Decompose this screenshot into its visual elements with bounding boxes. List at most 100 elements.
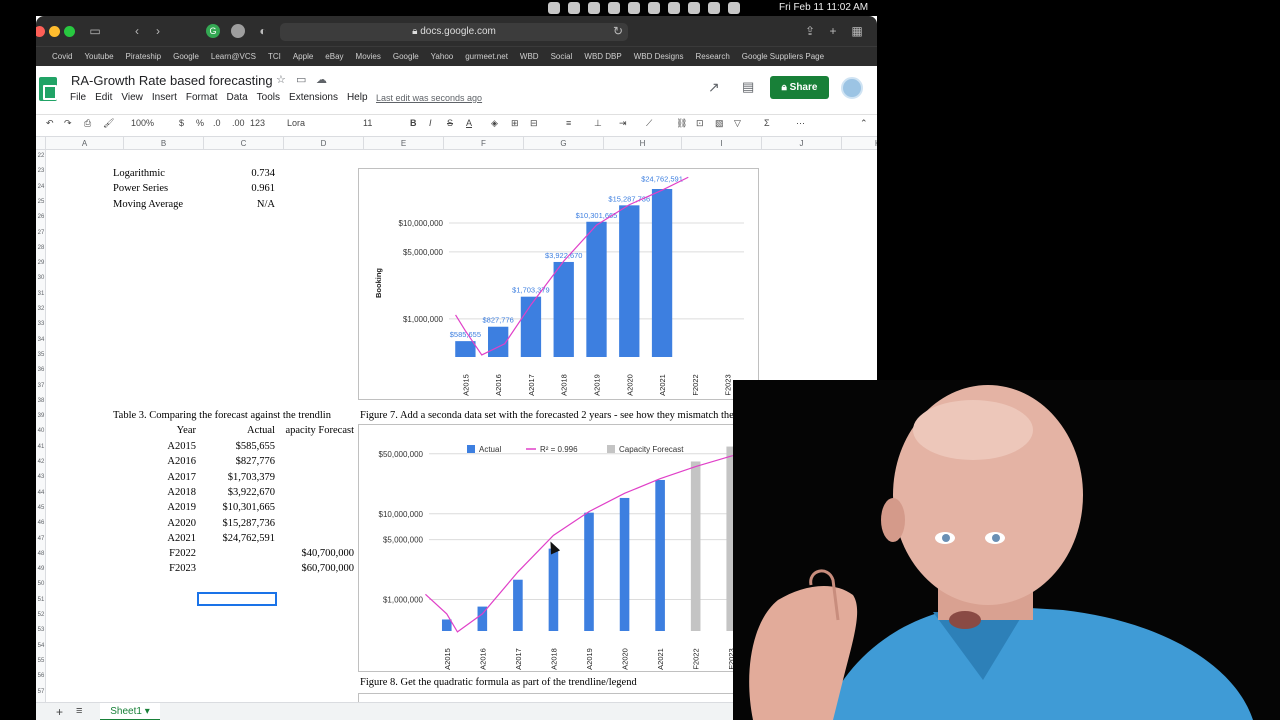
chart-figure6[interactable]: $1,000,000 $5,000,000 $10,000,000 $585,655 $… (358, 168, 759, 400)
table3-actual-cell[interactable]: $827,776 (216, 456, 275, 467)
functions-icon[interactable]: Σ (764, 118, 770, 128)
redo-icon[interactable]: ↷ (64, 118, 72, 129)
currency-format-button[interactable]: $ (179, 118, 184, 128)
row-header[interactable]: 38 (36, 398, 46, 404)
maximize-window-icon[interactable] (64, 26, 75, 37)
status-icon[interactable] (548, 2, 560, 14)
tab-sheet1[interactable]: Sheet1 ▾ (100, 703, 160, 720)
control-center-icon[interactable] (708, 2, 720, 14)
table3-year-cell[interactable]: A2021 (146, 533, 196, 544)
cloud-status-icon[interactable]: ☁ (316, 73, 327, 86)
row-header[interactable]: 51 (36, 597, 46, 603)
avatar[interactable] (841, 77, 863, 99)
add-sheet-icon[interactable]: + (56, 705, 63, 719)
row-header[interactable]: 46 (36, 520, 46, 526)
move-folder-icon[interactable]: ▭ (296, 73, 306, 86)
share-button[interactable]: 🔒︎ Share (770, 76, 829, 99)
menu-data[interactable]: Data (227, 92, 248, 103)
bookmark-item[interactable]: TCI (268, 52, 281, 61)
new-tab-icon[interactable]: + (826, 24, 840, 38)
table3-forecast-cell[interactable]: $40,700,000 (286, 548, 355, 559)
all-sheets-icon[interactable]: ≡ (76, 705, 82, 717)
decrease-decimal-button[interactable]: .0 (213, 118, 221, 128)
row-header[interactable]: 23 (36, 168, 46, 174)
header-forecast[interactable]: apacity Forecast (278, 425, 354, 436)
close-window-icon[interactable] (36, 26, 45, 37)
vertical-align-icon[interactable]: ⊥ (594, 118, 602, 129)
table3-actual-cell[interactable]: $585,655 (216, 441, 275, 452)
print-icon[interactable]: ⎙ (84, 118, 91, 129)
sheets-logo-icon[interactable] (39, 77, 57, 101)
minimize-window-icon[interactable] (49, 26, 60, 37)
sidebar-icon[interactable]: ▭ (88, 24, 102, 38)
status-icon[interactable] (608, 2, 620, 14)
strikethrough-button[interactable]: S (447, 118, 453, 128)
column-header[interactable]: B (124, 137, 204, 150)
table3-year-cell[interactable]: A2015 (146, 441, 196, 452)
table3-actual-cell[interactable]: $3,922,670 (216, 487, 275, 498)
row-header[interactable]: 52 (36, 612, 46, 618)
menu-edit[interactable]: Edit (95, 92, 112, 103)
text-color-button[interactable]: A (466, 118, 472, 128)
bold-button[interactable]: B (410, 118, 417, 128)
more-formats-select[interactable]: 123 (250, 118, 265, 128)
row-header[interactable]: 34 (36, 337, 46, 343)
table3-year-cell[interactable]: F2023 (146, 563, 196, 574)
zoom-select[interactable]: 100% (131, 118, 154, 128)
fit-label-cell[interactable]: Moving Average (113, 199, 183, 210)
table3-actual-cell[interactable]: $1,703,379 (216, 472, 275, 483)
bookmark-item[interactable]: Google (173, 52, 199, 61)
bookmark-item[interactable]: Apple (293, 52, 313, 61)
row-header[interactable]: 22 (36, 153, 46, 159)
share-page-icon[interactable]: ⇪ (803, 24, 817, 38)
row-header[interactable]: 28 (36, 245, 46, 251)
row-header[interactable]: 42 (36, 459, 46, 465)
selected-cell[interactable] (197, 592, 277, 606)
column-header[interactable]: F (444, 137, 524, 150)
bookmark-item[interactable]: Research (696, 52, 730, 61)
filter-icon[interactable]: ▽ (734, 118, 741, 129)
bookmark-item[interactable]: Google (393, 52, 419, 61)
bookmark-item[interactable]: Covid (52, 52, 72, 61)
row-header[interactable]: 57 (36, 689, 46, 695)
text-rotation-icon[interactable]: ⟋ (646, 118, 652, 129)
status-icon[interactable] (588, 2, 600, 14)
increase-decimal-button[interactable]: .00 (232, 118, 245, 128)
figure8-caption[interactable]: Figure 8. Get the quadratic formula as p… (360, 677, 637, 688)
row-header[interactable]: 54 (36, 643, 46, 649)
search-icon[interactable] (688, 2, 700, 14)
undo-icon[interactable]: ↶ (46, 118, 54, 129)
wifi-icon[interactable] (668, 2, 680, 14)
row-header[interactable]: 44 (36, 490, 46, 496)
row-header[interactable]: 37 (36, 383, 46, 389)
comments-icon[interactable]: ▤ (742, 79, 754, 95)
row-header[interactable]: 55 (36, 658, 46, 664)
tab-overview-icon[interactable]: ▦ (850, 24, 864, 38)
row-header[interactable]: 56 (36, 673, 46, 679)
bookmark-item[interactable]: Movies (356, 52, 381, 61)
bookmark-item[interactable]: WBD Designs (634, 52, 684, 61)
bookmark-item[interactable]: Google Suppliers Page (742, 52, 824, 61)
figure7-caption[interactable]: Figure 7. Add a seconda data set with th… (360, 410, 778, 421)
row-header[interactable]: 31 (36, 291, 46, 297)
star-icon[interactable]: ☆ (276, 73, 286, 86)
menu-tools[interactable]: Tools (257, 92, 280, 103)
fill-color-icon[interactable]: ◈ (491, 118, 498, 129)
column-header[interactable]: I (682, 137, 762, 150)
table3-actual-cell[interactable]: $10,301,665 (216, 502, 276, 513)
row-header[interactable]: 41 (36, 444, 46, 450)
column-header[interactable]: J (762, 137, 842, 150)
bookmark-item[interactable]: WBD DBP (584, 52, 621, 61)
menu-help[interactable]: Help (347, 92, 368, 103)
bluetooth-icon[interactable] (648, 2, 660, 14)
extension-icon[interactable]: G (206, 24, 220, 38)
fit-label-cell[interactable]: Logarithmic (113, 168, 165, 179)
insert-comment-icon[interactable]: ⊡ (696, 118, 704, 129)
row-header[interactable]: 47 (36, 536, 46, 542)
row-header[interactable]: 45 (36, 505, 46, 511)
bookmark-item[interactable]: WBD (520, 52, 539, 61)
text-wrap-icon[interactable]: ⇥ (619, 118, 627, 129)
table3-forecast-cell[interactable]: $60,700,000 (286, 563, 355, 574)
row-header[interactable]: 25 (36, 199, 46, 205)
fit-value-cell[interactable]: 0.961 (225, 183, 275, 194)
